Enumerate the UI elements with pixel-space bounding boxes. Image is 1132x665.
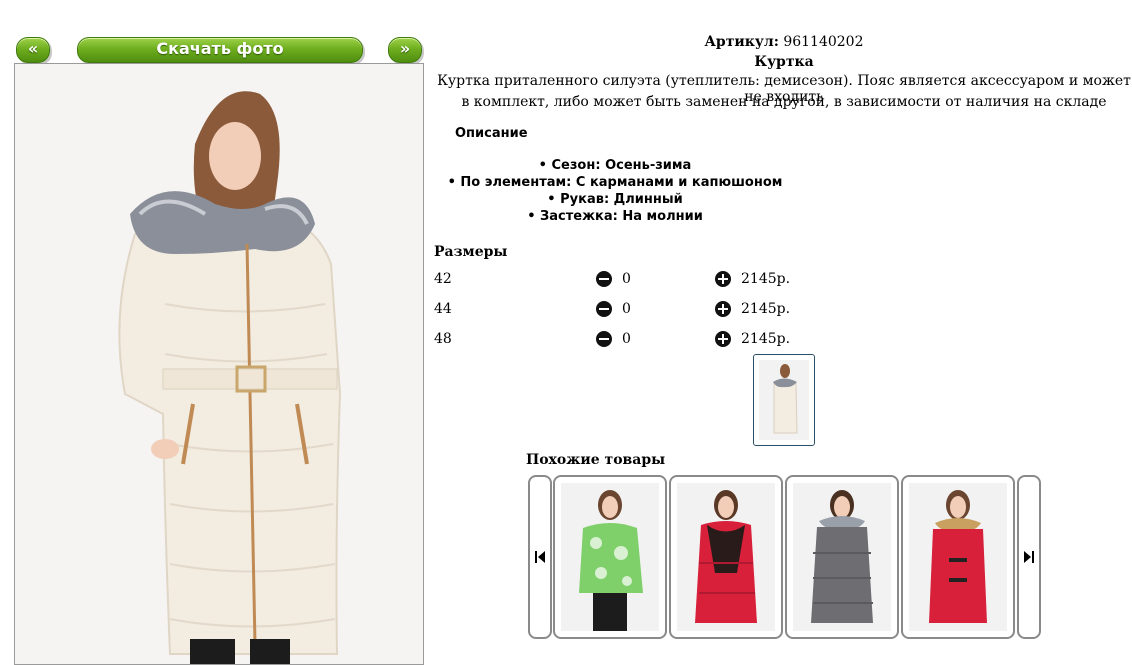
prev-photo-button[interactable]: « <box>16 37 50 63</box>
details-list: • Сезон: Осень-зима • По элементам: С ка… <box>440 157 790 225</box>
size-row: 44 <box>434 301 452 317</box>
similar-product-card[interactable] <box>901 475 1015 639</box>
similar-product-image <box>909 483 1007 631</box>
next-photo-button[interactable]: » <box>388 37 422 63</box>
download-photo-button[interactable]: Скачать фото <box>77 37 363 63</box>
size-price: 2145р. <box>741 271 791 287</box>
similar-heading: Похожие товары <box>526 452 666 468</box>
minus-circle-icon[interactable] <box>596 331 612 347</box>
carousel-prev-button[interactable] <box>528 475 552 639</box>
size-qty: 0 <box>622 331 631 347</box>
details-item: • По элементам: С карманами и капюшоном <box>447 175 783 190</box>
skip-back-icon <box>535 551 545 563</box>
size-value: 42 <box>434 271 452 287</box>
size-qty: 0 <box>622 301 631 317</box>
plus-circle-icon[interactable] <box>715 271 731 287</box>
similar-product-card[interactable] <box>553 475 667 639</box>
article-label: Артикул: <box>704 34 779 50</box>
size-price: 2145р. <box>741 331 791 347</box>
minus-circle-icon[interactable] <box>596 271 612 287</box>
minus-circle-icon[interactable] <box>596 301 612 317</box>
product-name: Куртка <box>754 54 814 70</box>
plus-circle-icon[interactable] <box>715 301 731 317</box>
skip-forward-icon <box>1024 551 1034 563</box>
size-row: 48 <box>434 331 452 347</box>
article-line: Артикул: 961140202 <box>430 34 1132 50</box>
thumbnail-illustration <box>759 360 809 440</box>
size-price: 2145р. <box>741 301 791 317</box>
carousel-next-button[interactable] <box>1017 475 1041 639</box>
article-value: 961140202 <box>783 34 864 50</box>
size-value: 44 <box>434 301 452 317</box>
size-value: 48 <box>434 331 452 347</box>
plus-circle-icon[interactable] <box>715 331 731 347</box>
details-item: • Застежка: На молнии <box>527 209 703 224</box>
sizes-heading: Размеры <box>434 244 508 260</box>
similar-product-card[interactable] <box>785 475 899 639</box>
similar-product-image <box>677 483 775 631</box>
details-heading: Описание <box>455 126 528 141</box>
size-row: 42 <box>434 271 452 287</box>
similar-product-image <box>793 483 891 631</box>
product-description-line-2: в комплект, либо может быть заменен на д… <box>461 94 1107 110</box>
details-item: • Рукав: Длинный <box>547 192 683 207</box>
main-product-photo <box>14 63 424 665</box>
details-item: • Сезон: Осень-зима <box>538 158 692 173</box>
photo-thumbnail[interactable] <box>753 354 815 446</box>
similar-product-image <box>561 483 659 631</box>
similar-product-card[interactable] <box>669 475 783 639</box>
coat-photo-illustration <box>15 64 423 664</box>
size-qty: 0 <box>622 271 631 287</box>
